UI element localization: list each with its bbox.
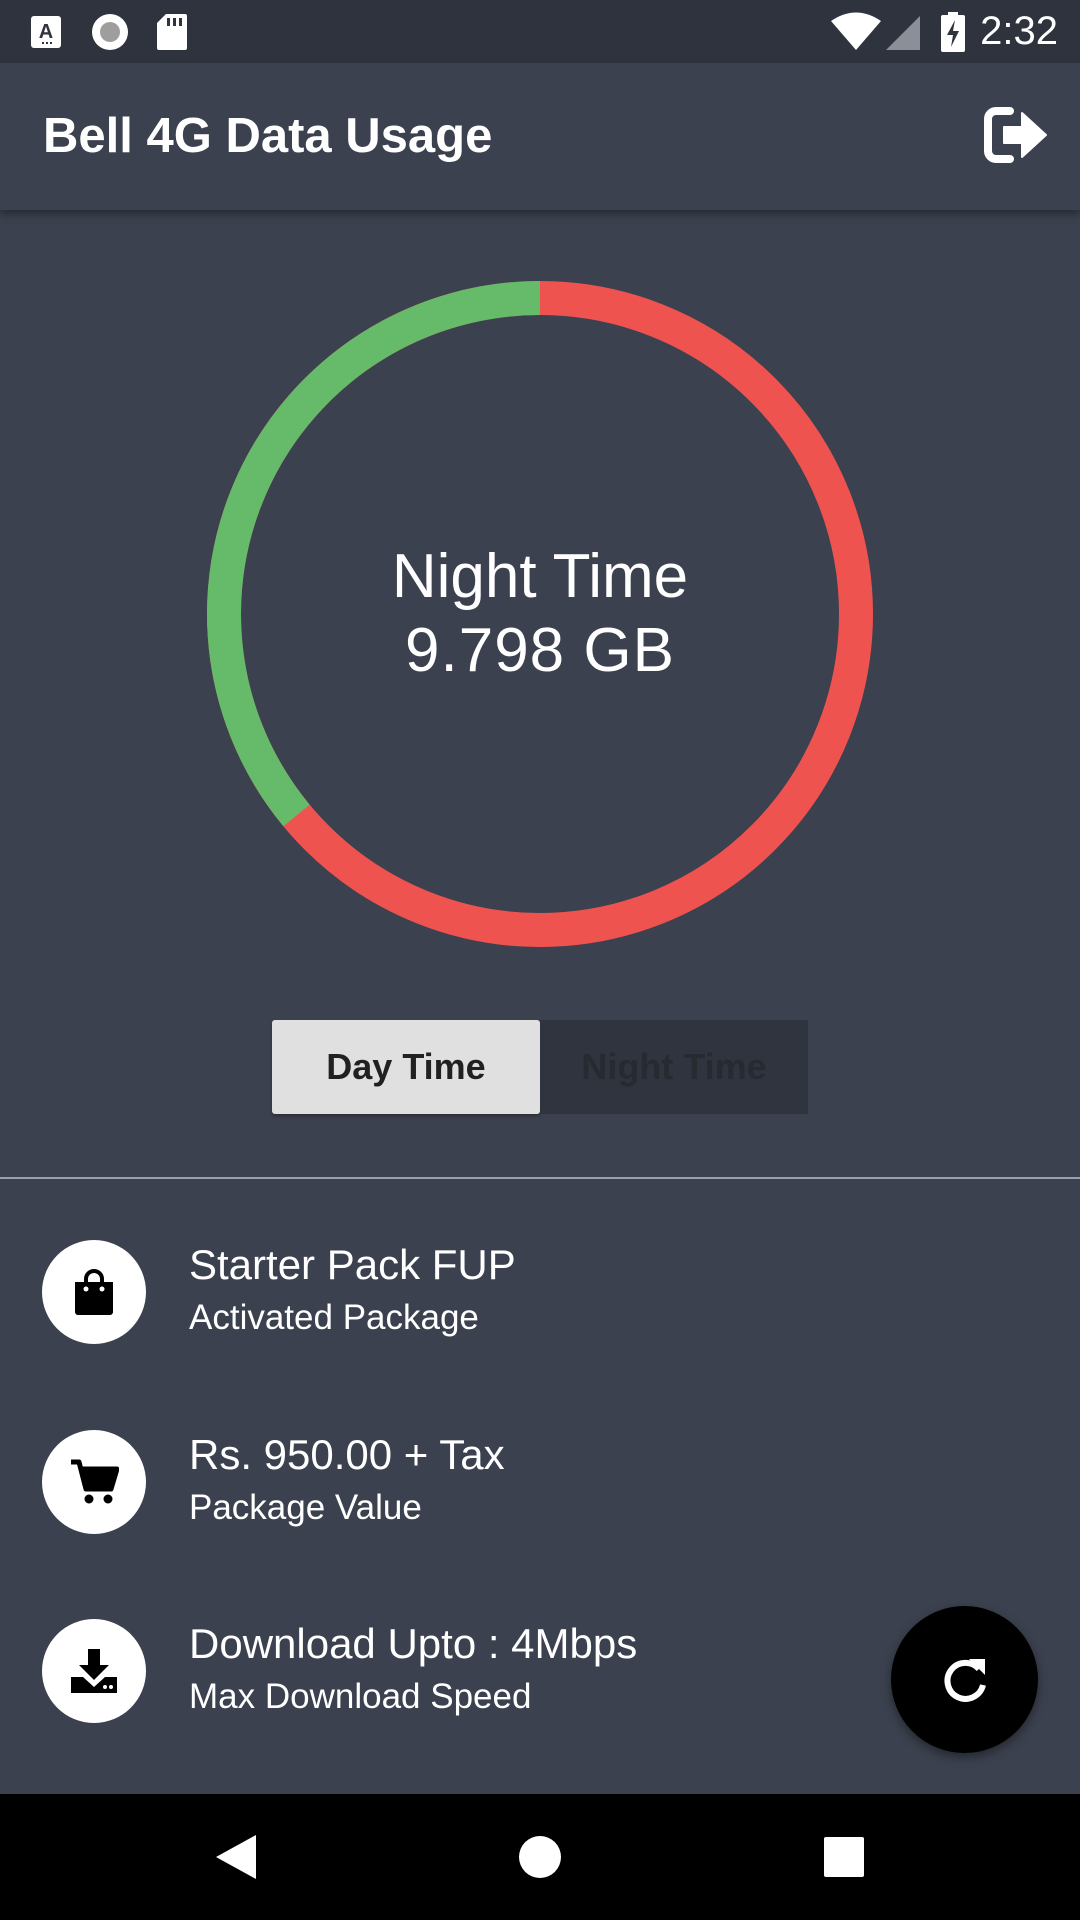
gauge-center: Night Time 9.798 GB [240, 540, 840, 688]
logout-button[interactable] [984, 105, 1050, 165]
wifi-icon [830, 0, 882, 63]
shopping-bag-icon [42, 1240, 146, 1344]
status-time: 2:32 [980, 9, 1058, 53]
home-icon [519, 1836, 561, 1878]
download-icon [42, 1619, 146, 1723]
logout-icon [984, 107, 1047, 163]
list-item-value: Rs. 950.00 + Tax Package Value [0, 1430, 1080, 1540]
cart-icon [42, 1430, 146, 1534]
back-icon [216, 1835, 256, 1879]
status-bar: A 2:32 [0, 0, 1080, 63]
back-button[interactable] [176, 1794, 296, 1920]
package-label: Activated Package [189, 1298, 479, 1337]
gauge-label: Night Time [391, 542, 689, 611]
package-value-label: Package Value [189, 1488, 422, 1527]
navigation-bar [0, 1794, 1080, 1920]
download-speed-label: Max Download Speed [189, 1677, 532, 1716]
list-item-package: Starter Pack FUP Activated Package [0, 1240, 1080, 1350]
package-price: Rs. 950.00 + Tax [189, 1431, 505, 1478]
app-title: Bell 4G Data Usage [43, 109, 493, 163]
divider [0, 1177, 1080, 1179]
svg-text:A: A [39, 21, 53, 43]
download-speed: Download Upto : 4Mbps [189, 1620, 638, 1667]
refresh-icon [944, 1658, 986, 1702]
signal-icon [884, 0, 922, 63]
gauge-value: 9.798 GB [405, 616, 675, 685]
refresh-button[interactable] [891, 1606, 1038, 1753]
usage-gauge: Night Time 9.798 GB [0, 210, 1080, 1030]
recents-button[interactable] [784, 1794, 904, 1920]
package-name: Starter Pack FUP [189, 1241, 516, 1288]
day-time-button[interactable]: Day Time [272, 1020, 540, 1114]
battery-charging-icon [940, 0, 966, 63]
a-notification-icon: A [30, 0, 62, 63]
recents-icon [824, 1837, 864, 1877]
sd-card-icon [156, 0, 188, 63]
night-time-button[interactable]: Night Time [540, 1020, 808, 1114]
record-icon [90, 0, 130, 63]
home-button[interactable] [480, 1794, 600, 1920]
app-bar: Bell 4G Data Usage [0, 63, 1080, 210]
time-toggle: Day Time Night Time [272, 1020, 808, 1114]
